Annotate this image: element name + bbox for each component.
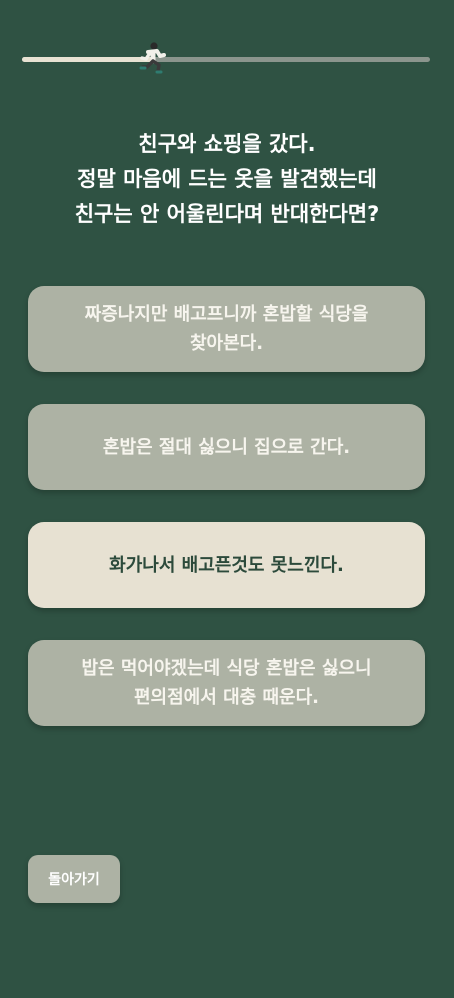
runner-icon [138, 40, 168, 74]
answer-option-3[interactable]: 화가나서 배고픈것도 못느낀다. [28, 522, 425, 608]
question-text: 친구와 쇼핑을 갔다. 정말 마음에 드는 옷을 발견했는데 친구는 안 어울린… [74, 132, 380, 226]
answer-option-1[interactable]: 짜증나지만 배고프니까 혼밥할 식당을 찾아본다. [28, 286, 425, 372]
progress-fill [22, 57, 153, 62]
back-button[interactable]: 돌아가기 [28, 855, 120, 903]
answer-option-4[interactable]: 밥은 먹어야겠는데 식당 혼밥은 싫으니 편의점에서 대충 때운다. [28, 640, 425, 726]
progress-bar [22, 57, 430, 62]
answer-option-2[interactable]: 혼밥은 절대 싫으니 집으로 간다. [28, 404, 425, 490]
